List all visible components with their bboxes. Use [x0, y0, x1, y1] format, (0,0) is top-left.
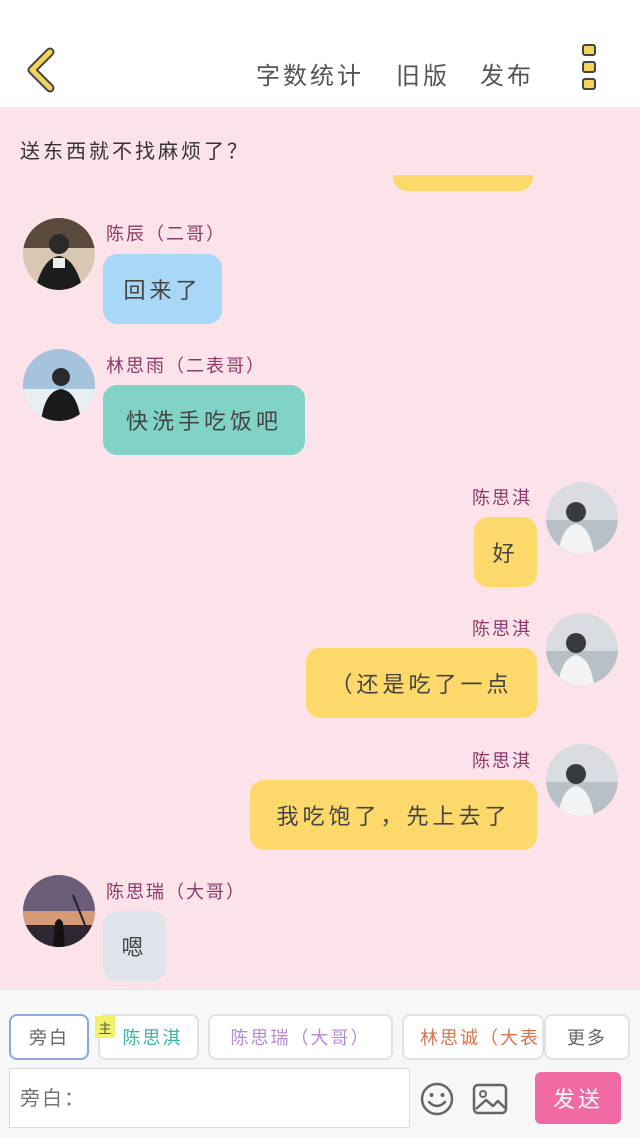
message-bubble[interactable]: （还是吃了一点 — [306, 648, 537, 718]
avatar[interactable] — [23, 218, 95, 290]
send-button[interactable]: 发送 — [535, 1072, 621, 1124]
sender-name: 林思雨（二表哥） — [106, 356, 266, 377]
old-version-button[interactable]: 旧版 — [396, 56, 450, 91]
chat-area[interactable]: 送东西就不找麻烦了？ 陈辰（二哥） 回来了 林思雨（二表哥） 快洗手吃饭吧 陈思… — [0, 107, 640, 989]
avatar[interactable] — [23, 875, 95, 947]
sender-name: 陈思淇 — [472, 751, 532, 772]
emoji-icon[interactable] — [419, 1081, 455, 1121]
image-icon[interactable] — [472, 1083, 508, 1119]
publish-button[interactable]: 发布 — [480, 56, 534, 91]
sender-name: 陈思瑞（大哥） — [106, 882, 246, 903]
message-bubble[interactable]: 好 — [474, 517, 537, 587]
avatar[interactable] — [546, 613, 618, 685]
message-bubble[interactable]: 快洗手吃饭吧 — [103, 385, 305, 455]
narration-text: 送东西就不找麻烦了？ — [20, 139, 250, 163]
character-tab-chen-sirui[interactable]: 陈思瑞（大哥） — [208, 1014, 393, 1060]
message-bubble[interactable]: 回来了 — [103, 254, 222, 324]
character-tab-lin-sicheng[interactable]: 林思诚（大表 — [402, 1014, 544, 1060]
more-characters-button[interactable]: 更多 — [544, 1014, 630, 1060]
character-tab-narration[interactable]: 旁白 — [9, 1014, 89, 1060]
more-menu-icon[interactable] — [578, 44, 600, 96]
composer-bar: 旁白 陈思淇 主 陈思瑞（大哥） 林思诚（大表 更多 发送 — [0, 989, 640, 1138]
avatar[interactable] — [23, 349, 95, 421]
message-input[interactable] — [9, 1068, 410, 1128]
top-bar: 字数统计 旧版 发布 — [0, 0, 640, 107]
main-character-badge: 主 — [95, 1016, 115, 1038]
sender-name: 陈思淇 — [472, 619, 532, 640]
partial-message-bubble — [393, 175, 533, 191]
message-bubble[interactable]: 我吃饱了，先上去了 — [250, 780, 537, 850]
sender-name: 陈思淇 — [472, 488, 532, 509]
word-count-button[interactable]: 字数统计 — [256, 56, 364, 91]
message-bubble[interactable]: 嗯 — [103, 911, 166, 981]
sender-name: 陈辰（二哥） — [106, 224, 226, 245]
back-arrow-icon[interactable] — [22, 46, 62, 94]
avatar[interactable] — [546, 744, 618, 816]
avatar[interactable] — [546, 482, 618, 554]
